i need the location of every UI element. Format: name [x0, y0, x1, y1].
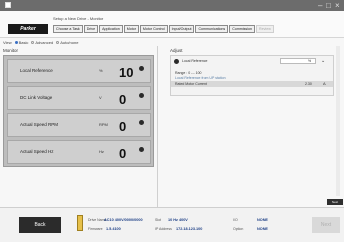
adjust-range-text: Range : 0 --- 100	[175, 71, 202, 75]
minimize-button[interactable]: –	[318, 1, 322, 10]
tab-motor[interactable]: Motor	[123, 25, 139, 33]
monitor-row-label: Actual Speed Hz	[20, 149, 54, 154]
settings-icon[interactable]	[139, 93, 144, 98]
ip-address-value: 172.18.123.100	[176, 227, 203, 231]
next-button: Next	[312, 217, 340, 233]
adjust-parameter-row[interactable]: Rated Motor Current 2.30 A	[171, 81, 333, 87]
adjust-row-value: 2.30	[305, 82, 312, 86]
adjust-param-label: Local Reference	[182, 59, 208, 63]
monitor-row-value: 10	[119, 65, 134, 80]
option-label: Option	[233, 227, 244, 231]
vertical-scrollbar[interactable]	[336, 46, 340, 196]
back-button[interactable]: Back	[19, 217, 61, 233]
monitor-row: DC Link Voltage V 0	[7, 86, 151, 110]
view-basic-radio[interactable]	[14, 41, 18, 44]
application-window: – □ × Parker Setup a New Drive - Monitor…	[0, 0, 344, 242]
monitor-row: Local Reference % 10	[7, 59, 151, 83]
panel-divider	[157, 46, 158, 210]
slot-label: Slot	[155, 218, 162, 222]
monitor-row-unit: Hz	[99, 149, 104, 154]
breadcrumb: Setup a New Drive - Monitor	[53, 16, 104, 21]
monitor-row-unit: RPM	[99, 122, 108, 127]
settings-icon[interactable]	[139, 147, 144, 152]
drive-icon	[77, 215, 83, 231]
monitor-row-unit: V	[99, 95, 102, 100]
parker-logo: Parker	[8, 24, 48, 34]
monitor-row-label: Actual Speed RPM	[20, 122, 59, 127]
view-basic-label[interactable]: Basic	[19, 40, 29, 45]
settings-icon[interactable]	[174, 59, 179, 64]
close-button[interactable]: ×	[335, 1, 340, 10]
tab-communications[interactable]: Communications	[195, 25, 229, 33]
firmware-label: Firmware	[88, 227, 103, 231]
view-advanced-radio[interactable]	[31, 41, 35, 44]
monitor-row-value: 0	[119, 92, 127, 107]
option-value: NONE	[257, 227, 268, 231]
adjust-row-unit: A	[323, 81, 326, 86]
monitor-row: Actual Speed Hz Hz 0	[7, 140, 151, 164]
monitor-row-value: 0	[119, 146, 127, 161]
view-autonone-label[interactable]: Auto/none	[60, 40, 78, 45]
tab-review: Review	[256, 25, 274, 33]
monitor-row-unit: %	[99, 68, 103, 73]
slot-value: 10 Hz 400V	[168, 218, 188, 222]
monitor-panel: Local Reference % 10 DC Link Voltage V 0…	[3, 55, 154, 167]
header: Parker Setup a New Drive - Monitor Choos…	[0, 11, 344, 38]
tab-input-output[interactable]: Input/Output	[168, 25, 195, 33]
title-bar: – □ ×	[0, 0, 344, 11]
monitor-row: Actual Speed RPM RPM 0	[7, 113, 151, 137]
view-selector: View Basic Advanced Auto/none	[3, 40, 78, 45]
footer-bar: Back Drive Name AC10 400V/0000/0000 Slot…	[0, 207, 344, 242]
tab-commission[interactable]: Commission	[229, 25, 255, 33]
monitor-heading: Monitor	[3, 48, 19, 53]
ip-address-label: IP Address	[155, 227, 172, 231]
adjust-row-label: Rated Motor Current	[175, 82, 207, 86]
adjust-panel: Local Reference % ⌄ Range : 0 --- 100 Lo…	[170, 55, 334, 96]
settings-icon[interactable]	[139, 66, 144, 71]
maximize-button[interactable]: □	[326, 1, 331, 10]
view-label: View	[3, 40, 12, 45]
wizard-tabs: Choose a Task Drive Application Motor Mo…	[53, 25, 275, 33]
app-icon	[5, 2, 11, 8]
io-label: I/O	[233, 218, 238, 222]
side-next-button[interactable]: Next	[327, 199, 343, 205]
monitor-row-value: 0	[119, 119, 127, 134]
tab-motor-control[interactable]: Motor Control	[139, 25, 168, 33]
firmware-value: 1.5.4100	[106, 227, 121, 231]
chevron-down-icon[interactable]: ⌄	[321, 58, 325, 64]
adjust-hint-text: Local Reference from UP station	[175, 76, 226, 80]
tab-choose-a-task[interactable]: Choose a Task	[53, 25, 83, 33]
view-advanced-label[interactable]: Advanced	[35, 40, 53, 45]
io-value: NONE	[257, 218, 268, 222]
drive-name-value: AC10 400V/0000/0000	[104, 218, 143, 222]
settings-icon[interactable]	[139, 120, 144, 125]
adjust-heading: Adjust	[170, 48, 183, 53]
view-autonone-radio[interactable]	[56, 41, 60, 44]
monitor-row-label: Local Reference	[20, 68, 53, 73]
tab-application[interactable]: Application	[99, 25, 123, 33]
tab-drive[interactable]: Drive	[83, 25, 99, 33]
adjust-unit: %	[308, 59, 312, 63]
monitor-row-label: DC Link Voltage	[20, 95, 53, 100]
